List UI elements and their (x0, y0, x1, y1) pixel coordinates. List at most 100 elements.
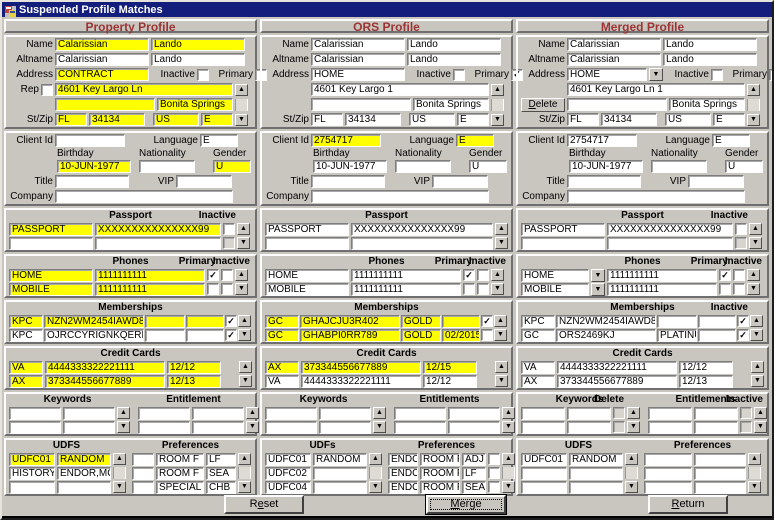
card-expiry-field[interactable]: 12/12 (167, 361, 221, 374)
udf-code-field[interactable]: HISTORY (9, 467, 55, 480)
name-first-field[interactable]: Calarissian (311, 38, 405, 51)
phone-type-field[interactable]: HOME (9, 269, 93, 282)
membership-type-field[interactable]: KPC (9, 329, 43, 342)
scroll-up-icon[interactable]: ▲ (373, 407, 386, 419)
scroll-up-icon[interactable]: ▲ (495, 361, 508, 373)
preference-field[interactable]: SEA (462, 481, 486, 494)
title-field[interactable] (55, 175, 129, 188)
passport-number-field[interactable]: XXXXXXXXXXXXXXX99 (351, 223, 493, 236)
keyword-field[interactable] (9, 421, 61, 434)
preference-field[interactable] (132, 467, 154, 480)
passport-number-field[interactable] (351, 237, 493, 250)
membership-expiry-field[interactable] (186, 329, 224, 342)
name-last-field[interactable]: Lando (663, 38, 757, 51)
preference-checkbox[interactable] (488, 467, 500, 479)
scroll-up-icon[interactable]: ▲ (751, 361, 764, 373)
passport-inactive-checkbox[interactable] (735, 223, 747, 235)
scroll-down-icon[interactable]: ▼ (750, 329, 763, 341)
city-field[interactable]: Bonita Springs (669, 98, 745, 111)
phone-inactive-checkbox[interactable] (221, 283, 233, 295)
membership-level-field[interactable] (145, 315, 185, 328)
keyword-field[interactable] (567, 407, 611, 420)
state-field[interactable]: FL (55, 113, 87, 126)
client-id-field[interactable]: 2754717 (567, 134, 637, 147)
keyword-delete-checkbox[interactable] (613, 407, 625, 419)
udf-value-field[interactable] (313, 467, 367, 480)
membership-number-field[interactable]: NZN2WM2454IAWD83 (556, 315, 656, 328)
language-code-field[interactable]: E (457, 113, 489, 126)
birthday-field[interactable]: 10-JUN-1977 (569, 160, 643, 173)
phone-primary-checkbox[interactable] (463, 283, 475, 295)
card-expiry-field[interactable]: 12/13 (679, 375, 733, 388)
scroll-down-icon[interactable]: ▼ (246, 421, 259, 433)
card-expiry-field[interactable]: 12/13 (167, 375, 221, 388)
zip-field[interactable]: 34134 (345, 113, 401, 126)
country-field[interactable]: US (153, 113, 199, 126)
passport-number-field[interactable]: XXXXXXXXXXXXXXX99 (607, 223, 733, 236)
scroll-up-icon[interactable]: ▲ (749, 223, 762, 235)
altname-first-field[interactable]: Calarissian (311, 53, 405, 66)
membership-inactive-checkbox[interactable]: ✓ (737, 329, 749, 341)
name-last-field[interactable]: Lando (407, 38, 501, 51)
inactive-checkbox[interactable] (711, 69, 723, 81)
scroll-up-icon[interactable]: ▲ (235, 84, 248, 96)
nationality-field[interactable] (139, 160, 195, 173)
address-type-field[interactable]: HOME (567, 68, 647, 81)
membership-level-field[interactable]: GOLD (401, 315, 441, 328)
scroll-up-icon[interactable]: ▲ (750, 315, 763, 327)
scroll-down-icon[interactable]: ▼ (747, 283, 760, 295)
membership-level-field[interactable]: PLATINU (657, 329, 697, 342)
card-type-field[interactable]: AX (9, 375, 43, 388)
scroll-down-icon[interactable]: ▼ (373, 421, 386, 433)
scroll-down-icon[interactable]: ▼ (235, 114, 248, 126)
name-last-field[interactable]: Lando (151, 38, 245, 51)
scroll-down-icon[interactable]: ▼ (238, 329, 251, 341)
scrollbar-track[interactable] (113, 467, 126, 479)
entitlement-field[interactable] (138, 407, 190, 420)
scroll-up-icon[interactable]: ▲ (491, 269, 504, 281)
entitlement-field[interactable] (694, 421, 738, 434)
udf-value-field[interactable] (313, 481, 367, 494)
language-field[interactable]: E (456, 134, 494, 147)
udf-value-field[interactable]: RANDOM (57, 453, 111, 466)
scroll-down-icon[interactable]: ▼ (749, 237, 762, 249)
scroll-up-icon[interactable]: ▲ (239, 361, 252, 373)
scrollbar-track[interactable] (748, 467, 761, 479)
scroll-up-icon[interactable]: ▲ (625, 453, 638, 465)
scrollbar-track[interactable] (747, 99, 760, 111)
passport-type-field[interactable] (265, 237, 349, 250)
udf-code-field[interactable]: UDFC02 (265, 467, 311, 480)
gender-field[interactable]: U (469, 160, 507, 173)
merge-button[interactable]: Merge (426, 495, 506, 514)
language-code-field[interactable]: E (713, 113, 745, 126)
scroll-up-icon[interactable]: ▲ (246, 407, 259, 419)
street2-field[interactable] (311, 98, 411, 111)
company-field[interactable] (311, 190, 489, 203)
language-field[interactable]: E (712, 134, 750, 147)
preference-field[interactable]: ENDOR (388, 481, 418, 494)
scroll-down-icon[interactable]: ▼ (491, 283, 504, 295)
preference-field[interactable] (644, 481, 692, 494)
preference-field[interactable]: LF (206, 453, 236, 466)
scroll-down-icon[interactable]: ▼ (491, 114, 504, 126)
keyword-field[interactable] (567, 421, 611, 434)
passport-type-field[interactable]: PASSPORT (265, 223, 349, 236)
scroll-down-icon[interactable]: ▼ (751, 375, 764, 387)
preference-field[interactable] (694, 481, 746, 494)
primary-checkbox[interactable]: ✓ (769, 69, 774, 81)
scroll-down-icon[interactable]: ▼ (748, 481, 761, 493)
preference-field[interactable] (132, 481, 154, 494)
keyword-field[interactable] (319, 421, 371, 434)
udf-value-field[interactable]: RANDOM (313, 453, 367, 466)
entitlement-field[interactable] (138, 421, 190, 434)
udf-code-field[interactable] (521, 481, 567, 494)
address-type-field[interactable]: HOME (311, 68, 405, 81)
birthday-field[interactable]: 10-JUN-1977 (57, 160, 131, 173)
preference-field[interactable]: ROOM F (156, 453, 204, 466)
udf-value-field[interactable] (569, 467, 623, 480)
membership-inactive-checkbox[interactable]: ✓ (225, 315, 237, 327)
preference-field[interactable]: ADJ (462, 453, 486, 466)
scroll-up-icon[interactable]: ▲ (491, 84, 504, 96)
scrollbar-track[interactable] (235, 99, 248, 111)
phone-primary-checkbox[interactable] (207, 283, 219, 295)
